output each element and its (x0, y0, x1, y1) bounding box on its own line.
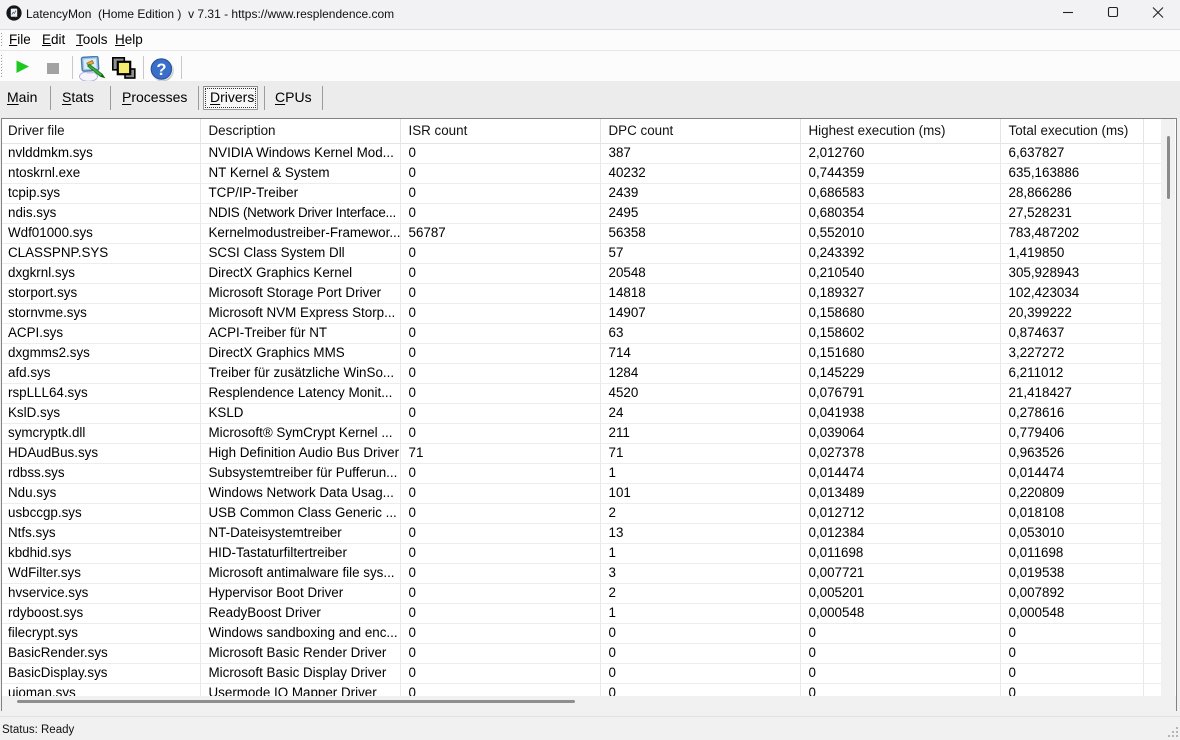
svg-text:?: ? (156, 61, 166, 79)
